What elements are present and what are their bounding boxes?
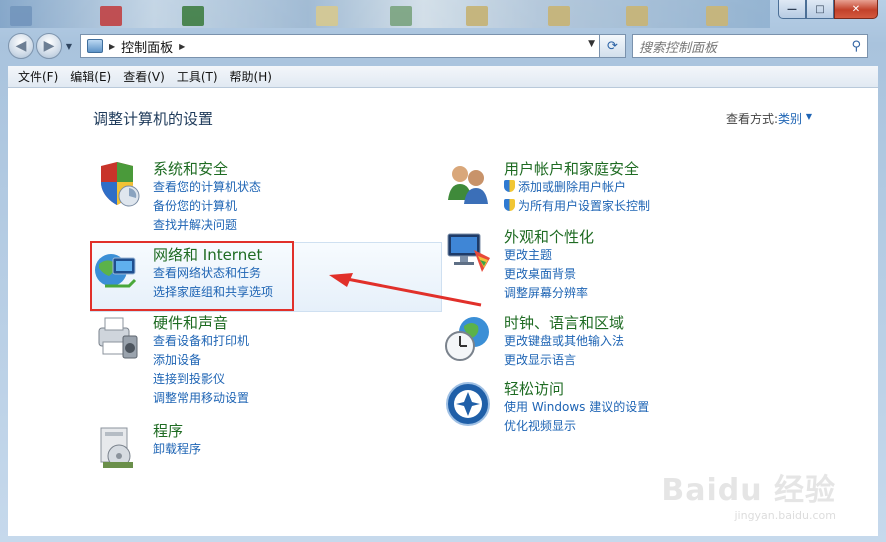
back-button[interactable]: ◀ bbox=[8, 33, 34, 59]
close-button[interactable]: ✕ bbox=[834, 0, 878, 19]
chevron-down-icon[interactable]: ▼ bbox=[806, 112, 812, 121]
category-hardware-sound: 硬件和声音 查看设备和打印机 添加设备 连接到投影仪 调整常用移动设置 bbox=[98, 314, 249, 408]
desktop-icon bbox=[10, 6, 32, 26]
link-devices-printers[interactable]: 查看设备和打印机 bbox=[153, 332, 249, 351]
shield-icon bbox=[101, 162, 140, 207]
forward-button[interactable]: ▶ bbox=[36, 33, 62, 59]
uac-shield-icon bbox=[504, 180, 515, 192]
control-panel-icon bbox=[87, 39, 103, 53]
annotation-arrow bbox=[329, 273, 482, 307]
menu-tools[interactable]: 工具(T) bbox=[171, 68, 224, 85]
category-title-hardware[interactable]: 硬件和声音 bbox=[153, 314, 249, 332]
link-troubleshoot[interactable]: 查找并解决问题 bbox=[153, 216, 261, 235]
annotation-highlight-box bbox=[90, 241, 294, 311]
link-add-remove-users[interactable]: 添加或删除用户帐户 bbox=[504, 178, 650, 197]
desktop-icon bbox=[182, 6, 204, 26]
category-title-ease[interactable]: 轻松访问 bbox=[504, 380, 649, 398]
chevron-right-icon[interactable]: ▶ bbox=[179, 42, 185, 51]
desktop-icon bbox=[706, 6, 728, 26]
link-parental-controls[interactable]: 为所有用户设置家长控制 bbox=[504, 197, 650, 216]
watermark-url: jingyan.baidu.com bbox=[734, 509, 836, 522]
menu-view[interactable]: 查看(V) bbox=[117, 68, 171, 85]
menu-file[interactable]: 文件(F) bbox=[12, 68, 64, 85]
users-icon bbox=[448, 166, 488, 204]
content-area: 调整计算机的设置 查看方式: 类别 ▼ 系统和安全 查看您的计算机状态 备份您的… bbox=[8, 88, 878, 536]
category-system-security: 系统和安全 查看您的计算机状态 备份您的计算机 查找并解决问题 bbox=[101, 160, 261, 235]
maximize-button[interactable]: □ bbox=[806, 0, 834, 19]
desktop-icon bbox=[548, 6, 570, 26]
menu-help[interactable]: 帮助(H) bbox=[224, 68, 278, 85]
desktop-icon bbox=[466, 6, 488, 26]
category-programs: 程序 卸载程序 bbox=[100, 422, 201, 468]
category-appearance: 外观和个性化 更改主题 更改桌面背景 调整屏幕分辨率 bbox=[447, 228, 594, 303]
uac-shield-icon bbox=[504, 199, 515, 211]
minimize-button[interactable]: — bbox=[778, 0, 806, 19]
link-connect-projector[interactable]: 连接到投影仪 bbox=[153, 370, 249, 389]
search-input[interactable]: 搜索控制面板 ⚲ bbox=[632, 34, 868, 58]
navigation-bar: ◀ ▶ ▼ ▶ 控制面板 ▶ ▼ ⟳ 搜索控制面板 ⚲ bbox=[8, 32, 878, 60]
category-title-appearance[interactable]: 外观和个性化 bbox=[504, 228, 594, 246]
refresh-button[interactable]: ⟳ bbox=[600, 34, 626, 58]
link-windows-suggested-settings[interactable]: 使用 Windows 建议的设置 bbox=[504, 398, 649, 417]
desktop-icon bbox=[390, 6, 412, 26]
ease-of-access-icon bbox=[446, 382, 490, 426]
link-desktop-background[interactable]: 更改桌面背景 bbox=[504, 265, 594, 284]
page-title: 调整计算机的设置 bbox=[93, 110, 214, 128]
category-ease-of-access: 轻松访问 使用 Windows 建议的设置 优化视频显示 bbox=[446, 380, 649, 436]
category-title-programs[interactable]: 程序 bbox=[153, 422, 201, 440]
menu-bar: 文件(F) 编辑(E) 查看(V) 工具(T) 帮助(H) bbox=[8, 66, 878, 88]
window-controls: — □ ✕ bbox=[778, 0, 878, 19]
desktop-icon bbox=[316, 6, 338, 26]
address-bar[interactable]: ▶ 控制面板 ▶ ▼ bbox=[80, 34, 600, 58]
desktop-background-strip bbox=[0, 0, 770, 28]
link-view-computer-status[interactable]: 查看您的计算机状态 bbox=[153, 178, 261, 197]
link-label: 添加或删除用户帐户 bbox=[518, 180, 627, 194]
link-display-language[interactable]: 更改显示语言 bbox=[504, 351, 624, 370]
search-placeholder: 搜索控制面板 bbox=[639, 40, 718, 56]
menu-edit[interactable]: 编辑(E) bbox=[64, 68, 117, 85]
category-clock-language: 时钟、语言和区域 更改键盘或其他输入法 更改显示语言 bbox=[445, 314, 624, 370]
link-label: 为所有用户设置家长控制 bbox=[518, 199, 651, 213]
link-add-device[interactable]: 添加设备 bbox=[153, 351, 249, 370]
clock-globe-icon bbox=[445, 317, 489, 361]
chevron-right-icon[interactable]: ▶ bbox=[109, 42, 115, 51]
link-change-theme[interactable]: 更改主题 bbox=[504, 246, 594, 265]
link-optimize-display[interactable]: 优化视频显示 bbox=[504, 417, 649, 436]
watermark-brand: Baidu 经验 bbox=[661, 473, 836, 508]
link-screen-resolution[interactable]: 调整屏幕分辨率 bbox=[504, 284, 594, 303]
printer-icon bbox=[98, 317, 138, 359]
desktop-icon bbox=[626, 6, 648, 26]
category-title-system[interactable]: 系统和安全 bbox=[153, 160, 261, 178]
refresh-icon: ⟳ bbox=[607, 38, 618, 54]
address-history-dropdown-icon[interactable]: ▼ bbox=[588, 39, 595, 49]
watermark: Baidu 经验 jingyan.baidu.com bbox=[661, 465, 836, 522]
breadcrumb-control-panel[interactable]: 控制面板 bbox=[121, 37, 173, 56]
desktop-icon bbox=[100, 6, 122, 26]
category-title-users[interactable]: 用户帐户和家庭安全 bbox=[504, 160, 650, 178]
view-by-label: 查看方式: bbox=[725, 112, 778, 126]
view-by-dropdown[interactable]: 类别 bbox=[778, 110, 802, 127]
link-backup-computer[interactable]: 备份您的计算机 bbox=[153, 197, 261, 216]
search-icon[interactable]: ⚲ bbox=[851, 39, 861, 54]
link-mobility-settings[interactable]: 调整常用移动设置 bbox=[153, 389, 249, 408]
link-uninstall-program[interactable]: 卸载程序 bbox=[153, 440, 201, 459]
recent-pages-dropdown[interactable]: ▼ bbox=[64, 42, 74, 51]
category-user-accounts: 用户帐户和家庭安全 添加或删除用户帐户 为所有用户设置家长控制 bbox=[448, 160, 650, 216]
category-title-clock[interactable]: 时钟、语言和区域 bbox=[504, 314, 624, 332]
back-arrow-icon: ◀ bbox=[15, 38, 27, 54]
forward-arrow-icon: ▶ bbox=[43, 38, 55, 54]
programs-icon bbox=[100, 427, 133, 468]
window-frame: — □ ✕ ◀ ▶ ▼ ▶ 控制面板 ▶ ▼ ⟳ 搜索控制面板 ⚲ 文件(F) … bbox=[0, 0, 886, 542]
link-change-input-method[interactable]: 更改键盘或其他输入法 bbox=[504, 332, 624, 351]
